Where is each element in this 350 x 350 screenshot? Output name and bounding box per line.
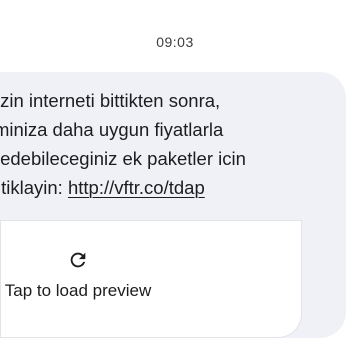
message-line: vam edebileceginiz ek paketler icin (0, 148, 246, 169)
message-body: rifenizin interneti bittikten sonra, ıla… (0, 72, 346, 202)
preview-content: Tap to load preview (0, 221, 275, 338)
message-line-with-link: men tiklayin: http://vftr.co/tdap (0, 173, 346, 202)
message-bubble[interactable]: rifenizin interneti bittikten sonra, ıla… (0, 72, 346, 338)
refresh-icon (70, 252, 86, 268)
message-line: ılaniminiza daha uygun fiyatlarla (0, 119, 224, 140)
message-link[interactable]: http://vftr.co/tdap (68, 177, 205, 198)
message-line-text: men tiklayin: (0, 177, 63, 198)
load-preview-label: Tap to load preview (4, 281, 152, 300)
link-preview-card[interactable]: Tap to load preview (0, 221, 302, 338)
message-timestamp: 09:03 (156, 34, 194, 50)
conversation-view: 09:03 rifenizin interneti bittikten sonr… (0, 0, 350, 350)
message-line: rifenizin interneti bittikten sonra, (0, 90, 221, 111)
